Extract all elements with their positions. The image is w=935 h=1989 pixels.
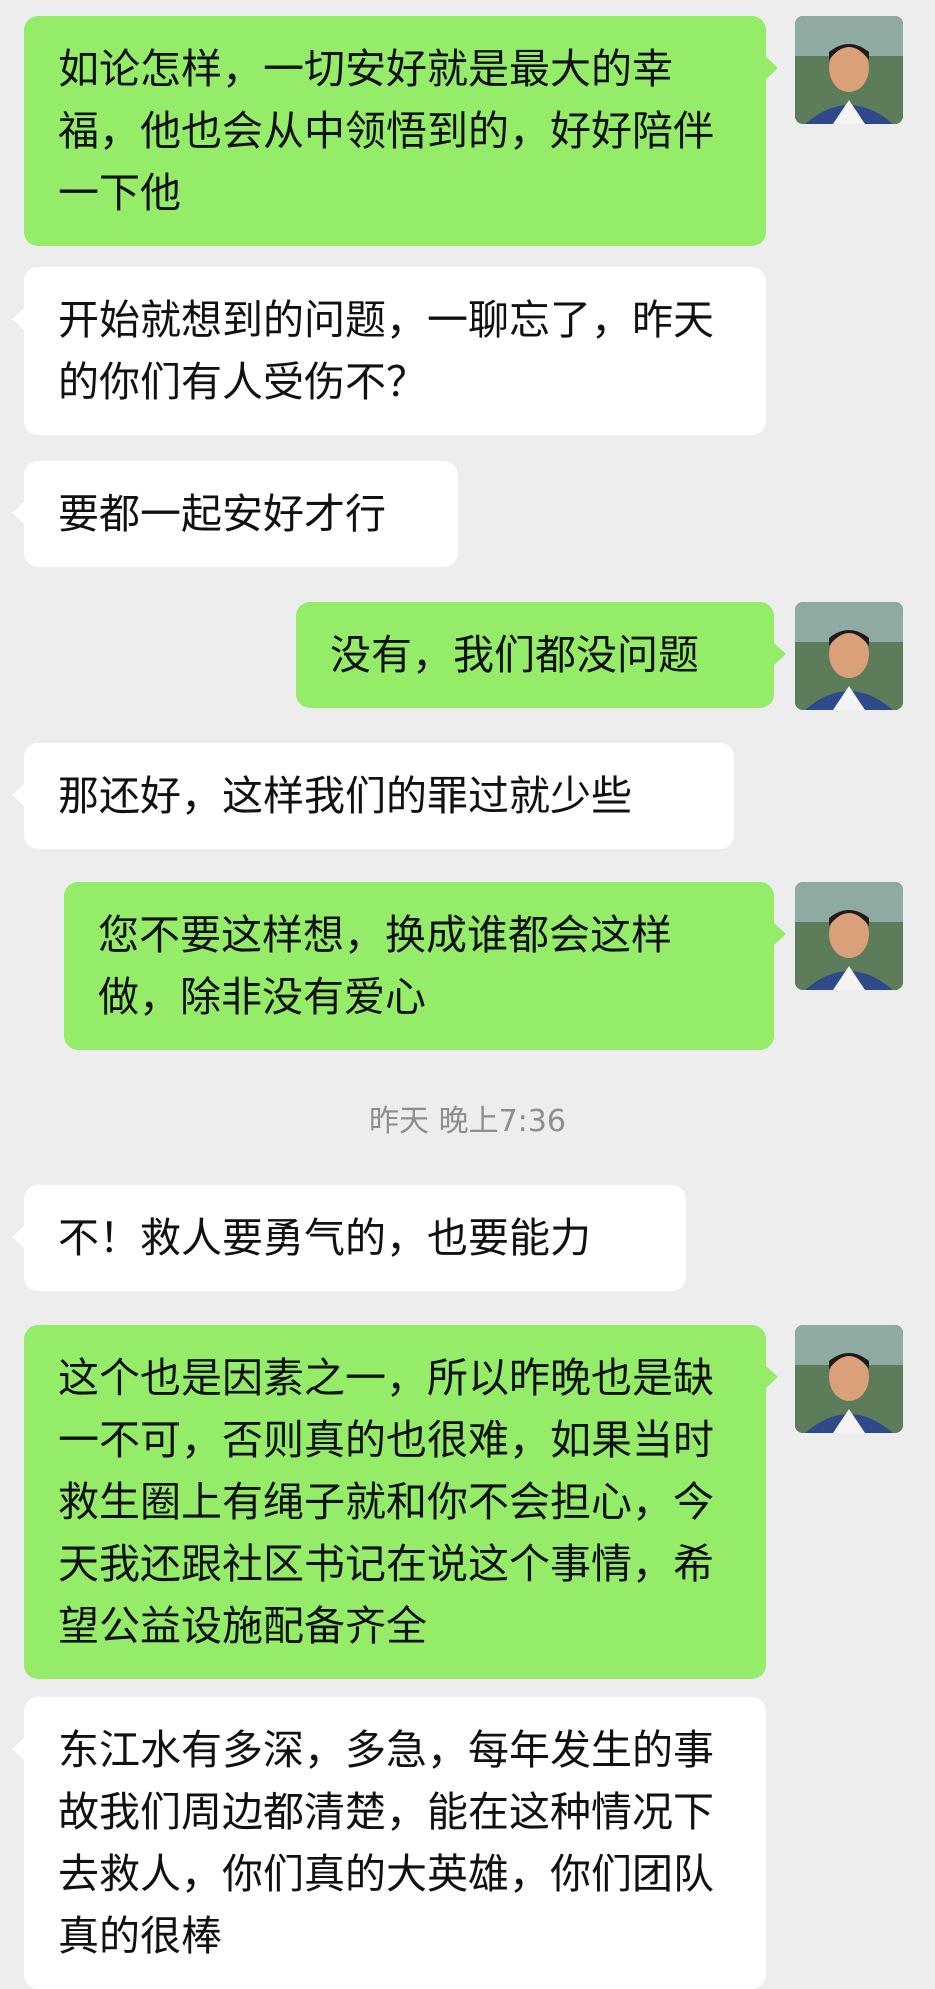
chat-timestamp: 昨天 晚上7:36: [369, 1104, 566, 1139]
user-avatar-icon: [795, 882, 903, 990]
message-bubble-self[interactable]: 您不要这样想，换成谁都会这样做，除非没有爱心: [64, 882, 786, 1050]
message-bubble-self[interactable]: 这个也是因素之一，所以昨晚也是缺一不可，否则真的也很难，如果当时救生圈上有绳子就…: [24, 1325, 778, 1679]
message-bubble-other[interactable]: 东江水有多深，多急，每年发生的事故我们周边都清楚，能在这种情况下去救人，你们真的…: [12, 1697, 766, 1989]
avatar[interactable]: [795, 882, 903, 990]
message-bubble-other[interactable]: 要都一起安好才行: [12, 461, 458, 567]
message-bubble-self[interactable]: 没有，我们都没问题: [296, 602, 786, 708]
avatar[interactable]: [795, 602, 903, 710]
message-bubble-self[interactable]: 如论怎样，一切安好就是最大的幸福，他也会从中领悟到的，好好陪伴一下他: [24, 16, 778, 246]
avatar[interactable]: [795, 16, 903, 124]
message-bubble-other[interactable]: 开始就想到的问题，一聊忘了，昨天的你们有人受伤不？: [12, 267, 766, 435]
message-bubble-other[interactable]: 不！救人要勇气的，也要能力: [12, 1185, 686, 1291]
message-bubble-other[interactable]: 那还好，这样我们的罪过就少些: [12, 743, 734, 849]
user-avatar-icon: [795, 16, 903, 124]
user-avatar-icon: [795, 1325, 903, 1433]
avatar[interactable]: [795, 1325, 903, 1433]
user-avatar-icon: [795, 602, 903, 710]
